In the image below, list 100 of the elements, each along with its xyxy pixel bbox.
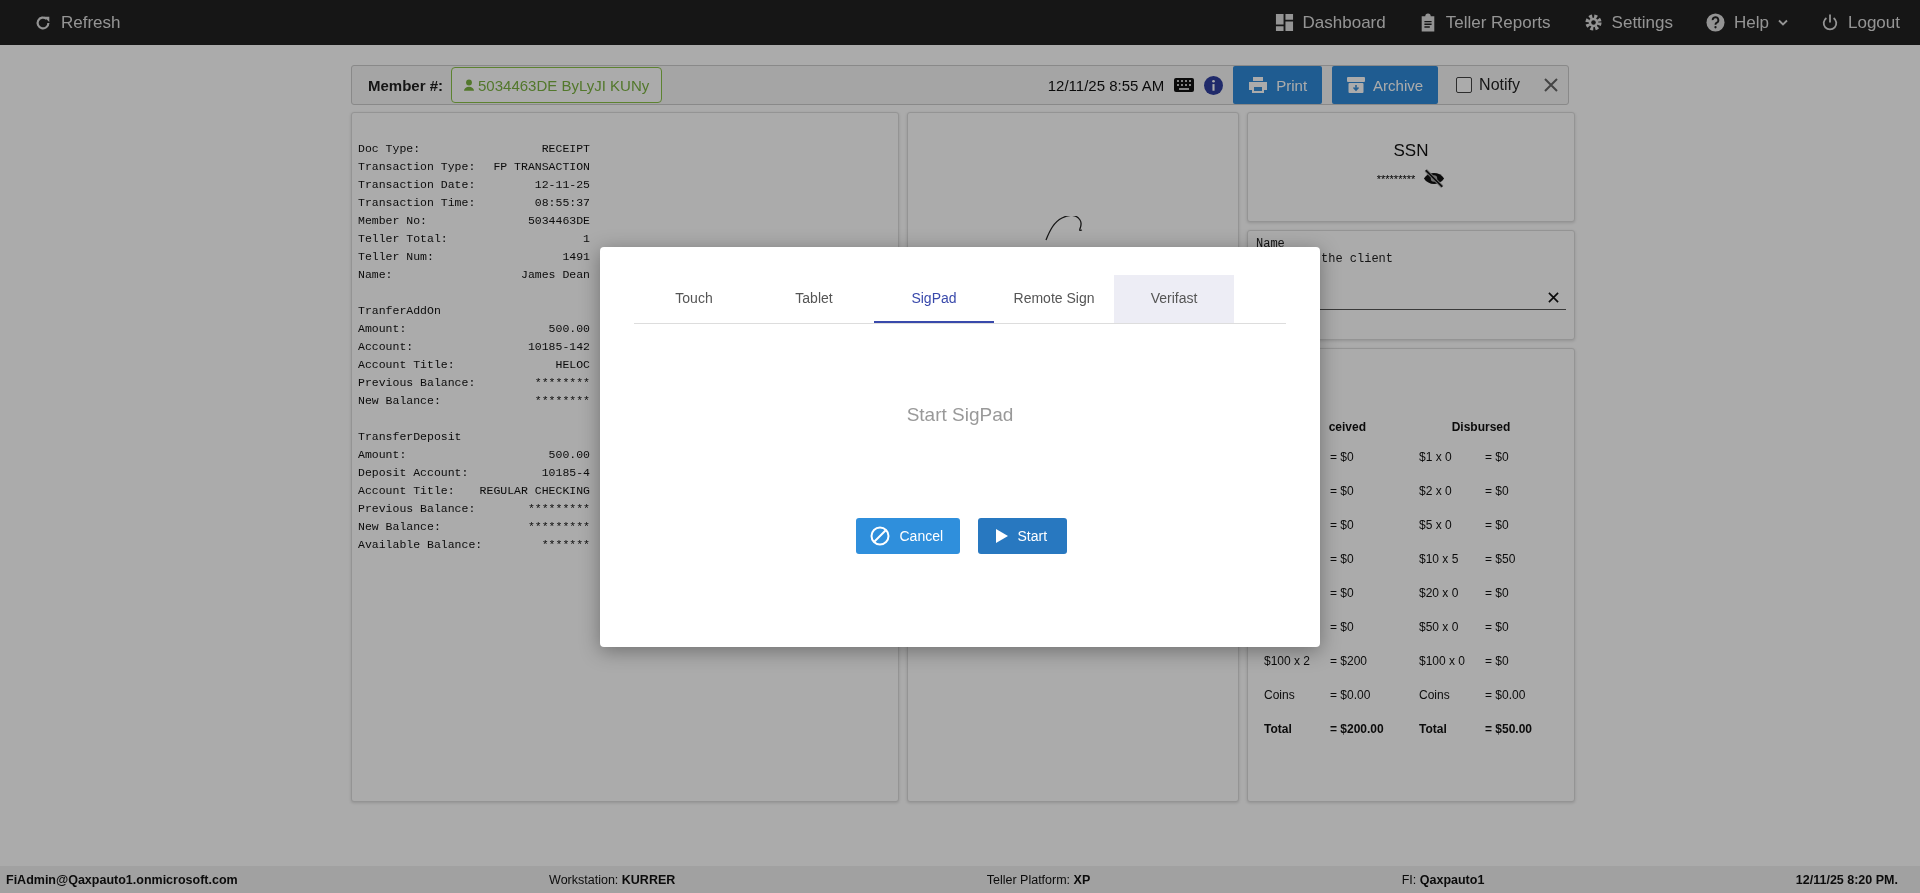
cash-amount: = $0 xyxy=(1330,517,1354,534)
chevron-down-icon xyxy=(1778,19,1788,26)
cash-amount: = $0 xyxy=(1485,483,1509,500)
cash-label: $100 x 2 xyxy=(1264,654,1311,668)
status-text: FiAdmin@Qaxpauto1.onmicrosoft.com xyxy=(6,872,238,887)
dialog-message: Start SigPad xyxy=(905,404,1015,426)
tab[interactable]: Tablet xyxy=(754,275,874,323)
notes-text: the client xyxy=(1320,251,1394,267)
refresh-icon xyxy=(34,13,52,32)
receipt-heading: TranferAddOn xyxy=(358,303,442,319)
cash-amount: = $0 xyxy=(1330,585,1354,602)
cash-label: $20 x 0 xyxy=(1419,586,1459,600)
refresh-button[interactable]: Refresh xyxy=(34,4,121,41)
receipt-label: Transaction Time: xyxy=(358,195,476,211)
status-text: FI: Qaxpauto1 xyxy=(1401,872,1485,887)
archive-button[interactable]: Archive xyxy=(1332,66,1439,104)
cash-label: Total xyxy=(1264,722,1292,736)
transaction-datetime: 12/11/25 8:55 AM xyxy=(1047,76,1165,94)
receipt-value: ********* xyxy=(527,501,590,517)
cash-amount: = $0 xyxy=(1330,483,1354,500)
notes-label: Name xyxy=(1256,237,1286,251)
dashboard-menu-button[interactable]: Dashboard xyxy=(1274,4,1386,41)
cash-label: Total xyxy=(1419,722,1447,736)
cash-amount: = $200.00 xyxy=(1330,721,1384,738)
receipt-value: 1491 xyxy=(562,249,590,265)
ban-icon xyxy=(869,526,890,546)
receipt-label: Account Title: xyxy=(358,483,455,499)
receipt-value: 500.00 xyxy=(548,447,590,463)
help-icon xyxy=(1706,13,1726,32)
receipt-value: 10185-142 xyxy=(527,339,590,355)
receipt-value: 1 xyxy=(583,231,590,247)
receipt-heading: TransferDeposit xyxy=(358,429,463,445)
ssn-value: ********* xyxy=(1376,172,1416,185)
receipt-label: New Balance: xyxy=(358,393,441,409)
cash-amount: = $0 xyxy=(1330,551,1354,568)
cash-amount: = $0 xyxy=(1330,449,1354,466)
logout-menu-button[interactable]: Logout xyxy=(1821,4,1900,41)
cash-label: $100 x 0 xyxy=(1419,654,1466,668)
ssn-title: SSN xyxy=(1393,141,1429,161)
receipt-value: 5034463DE xyxy=(527,213,590,229)
receipt-value: HELOC xyxy=(555,357,590,373)
column-heading: Disbursed xyxy=(1450,419,1512,436)
cash-amount: = $200 xyxy=(1330,653,1368,670)
receipt-value: ******** xyxy=(534,393,590,409)
receipt-label: Available Balance: xyxy=(358,537,483,553)
settings-menu-button[interactable]: Settings xyxy=(1583,4,1674,41)
cash-label: $10 x 5 xyxy=(1419,552,1459,566)
cash-amount: = $0 xyxy=(1485,653,1509,670)
close-icon[interactable] xyxy=(1544,78,1558,92)
tab[interactable]: Verifast xyxy=(1114,275,1234,323)
help-menu-button[interactable]: Help xyxy=(1706,4,1788,41)
receipt-value: 12-11-25 xyxy=(534,177,590,193)
receipt-value: 08:55:37 xyxy=(534,195,590,211)
user-icon xyxy=(464,79,475,91)
cash-amount: = $50 xyxy=(1485,551,1516,568)
eye-slash-icon[interactable] xyxy=(1423,169,1446,188)
info-icon[interactable] xyxy=(1204,75,1224,95)
keyboard-icon[interactable] xyxy=(1174,78,1195,92)
cash-amount: = $0 xyxy=(1485,585,1509,602)
receipt-value: REGULAR CHECKING xyxy=(479,483,590,499)
receipt-label: Transaction Date: xyxy=(358,177,476,193)
checkbox[interactable] xyxy=(1456,77,1473,93)
cash-amount: = $0 xyxy=(1485,517,1509,534)
cash-label: $5 x 0 xyxy=(1419,518,1452,532)
receipt-value: ********* xyxy=(527,519,590,535)
receipt-value: 10185-4 xyxy=(541,465,590,481)
status-text: 12/11/25 8:20 PM. xyxy=(1795,872,1898,887)
tab[interactable]: SigPad xyxy=(874,275,994,323)
cash-amount: = $0 xyxy=(1485,619,1509,636)
notify-checkbox[interactable]: Notify xyxy=(1456,76,1520,94)
receipt-label: Amount: xyxy=(358,321,407,337)
receipt-value: ******* xyxy=(541,537,590,553)
column-heading: ceived xyxy=(1327,419,1366,436)
cash-label: Coins xyxy=(1264,688,1295,702)
receipt-label: Teller Total: xyxy=(358,231,448,247)
status-text: Teller Platform: XP xyxy=(986,872,1091,887)
member-label: Member #: xyxy=(368,76,444,94)
play-icon xyxy=(995,529,1008,543)
settings-icon xyxy=(1583,13,1603,32)
receipt-label: New Balance: xyxy=(358,519,441,535)
power-icon xyxy=(1821,13,1839,32)
cash-label: Coins xyxy=(1419,688,1450,702)
cancel-button[interactable]: Cancel xyxy=(855,518,960,554)
tab[interactable]: Touch xyxy=(634,275,754,323)
cash-amount: = $0 xyxy=(1330,619,1354,636)
receipt-label: Member No: xyxy=(358,213,427,229)
print-button[interactable]: Print xyxy=(1233,66,1323,104)
receipt-value: James Dean xyxy=(521,267,590,283)
clear-icon[interactable] xyxy=(1548,291,1559,303)
cash-amount: = $0.00 xyxy=(1485,687,1526,704)
receipt-label: Name: xyxy=(358,267,393,283)
receipt-value: FP TRANSACTION xyxy=(493,159,590,175)
receipt-label: Transaction Type: xyxy=(358,159,476,175)
reports-menu-button[interactable]: Teller Reports xyxy=(1418,4,1551,41)
cash-amount: = $0.00 xyxy=(1330,687,1371,704)
receipt-label: Amount: xyxy=(358,447,407,463)
start-button[interactable]: Start xyxy=(977,518,1067,554)
status-text: Workstation: KURRER xyxy=(549,872,676,887)
tab[interactable]: Remote Sign xyxy=(994,275,1114,323)
receipt-value: ******** xyxy=(534,375,590,391)
